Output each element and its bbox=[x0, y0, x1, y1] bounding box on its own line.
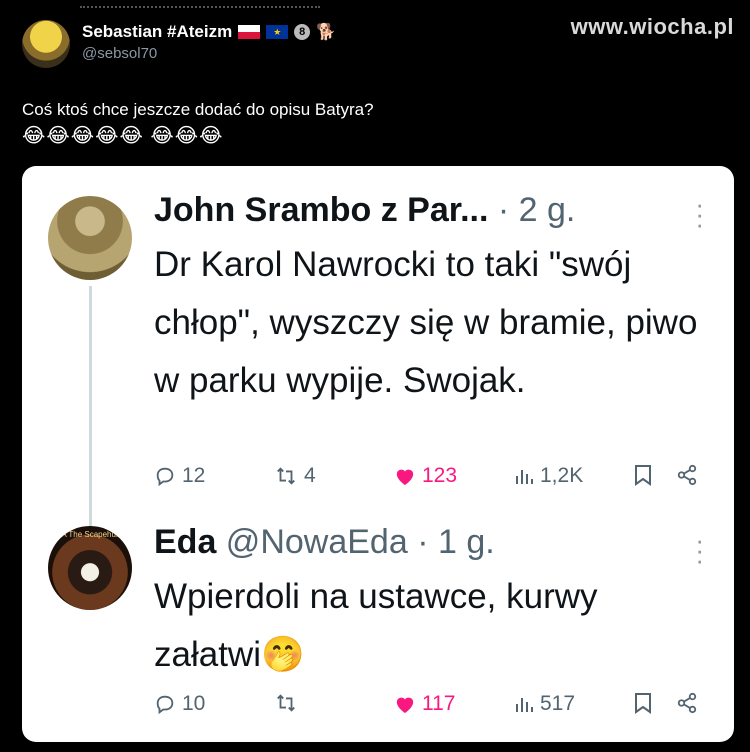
post-text-block: Coś ktoś chce jeszcze dodać do opisu Bat… bbox=[22, 96, 374, 150]
views-count: 517 bbox=[540, 692, 576, 715]
repost-action[interactable]: 4 bbox=[274, 464, 316, 488]
like-count: 123 bbox=[422, 464, 458, 487]
bookmark-action[interactable] bbox=[634, 464, 652, 486]
views-count: 1,2K bbox=[540, 464, 584, 487]
dog-icon: 🐕 bbox=[316, 24, 337, 41]
share-icon bbox=[677, 692, 697, 714]
reply-meta: · 2 g. bbox=[488, 191, 576, 229]
repost-icon bbox=[277, 694, 295, 712]
reply-body: Eda @NowaEda · 1 g. Wpierdoli na ustawce… bbox=[154, 522, 714, 684]
repost-icon bbox=[277, 467, 295, 485]
thread-line bbox=[89, 286, 92, 534]
author-name-row[interactable]: Sebastian #Ateizm ★ 8 🐕 bbox=[82, 22, 336, 42]
reply-actions: 12 4 123 1,2K bbox=[154, 464, 710, 494]
share-icon bbox=[677, 464, 697, 486]
avatar[interactable] bbox=[22, 20, 70, 68]
post-author[interactable]: Sebastian #Ateizm ★ 8 🐕 @sebsol70 bbox=[22, 20, 336, 68]
reply-action[interactable]: 10 bbox=[154, 692, 205, 716]
reply-count: 12 bbox=[182, 464, 206, 487]
views-action[interactable]: 1,2K bbox=[514, 464, 583, 488]
avatar[interactable]: EDA The Scapehunter bbox=[48, 526, 132, 610]
reply-header: John Srambo z Par... · 2 g. bbox=[154, 190, 714, 230]
repost-count: 4 bbox=[304, 464, 316, 487]
views-icon bbox=[516, 698, 533, 712]
post-emojis: 😂😂😂😂😂 😂😂😂 bbox=[22, 125, 224, 147]
like-count: 117 bbox=[422, 692, 456, 715]
author-text: Sebastian #Ateizm ★ 8 🐕 @sebsol70 bbox=[82, 22, 336, 62]
heart-icon bbox=[396, 469, 414, 486]
top-cut-edge bbox=[80, 0, 320, 8]
like-action[interactable]: 117 bbox=[394, 692, 455, 716]
reply-icon bbox=[156, 695, 174, 715]
avatar[interactable] bbox=[48, 196, 132, 280]
repost-action[interactable] bbox=[274, 692, 304, 714]
reply-action[interactable]: 12 bbox=[154, 464, 205, 488]
reply-icon bbox=[156, 467, 174, 487]
reply-text: Dr Karol Nawrocki to taki "swój chłop", … bbox=[154, 245, 698, 400]
reply-author-name[interactable]: John Srambo z Par... bbox=[154, 191, 488, 229]
author-name[interactable]: Sebastian #Ateizm bbox=[82, 22, 232, 42]
eu-flag-icon: ★ bbox=[266, 25, 289, 39]
bookmark-icon bbox=[635, 465, 651, 486]
embedded-screenshot-card: John Srambo z Par... · 2 g. Dr Karol Naw… bbox=[22, 166, 734, 742]
bookmark-icon bbox=[635, 693, 651, 714]
watermark: www.wiocha.pl bbox=[570, 14, 734, 39]
badge-icon: 8 bbox=[294, 24, 311, 40]
share-action[interactable] bbox=[676, 692, 698, 714]
post-text: Coś ktoś chce jeszcze dodać do opisu Bat… bbox=[22, 100, 374, 119]
views-action[interactable]: 517 bbox=[514, 692, 575, 716]
heart-icon bbox=[396, 697, 414, 714]
views-icon bbox=[516, 470, 533, 484]
poland-flag-icon bbox=[238, 25, 261, 39]
reply-actions: 10 117 517 bbox=[154, 692, 710, 722]
share-action[interactable] bbox=[676, 464, 698, 486]
reply-count: 10 bbox=[182, 692, 206, 715]
reply-meta: @NowaEda · 1 g. bbox=[216, 523, 495, 561]
bookmark-action[interactable] bbox=[634, 692, 652, 714]
more-icon[interactable]: · · · bbox=[695, 191, 704, 237]
like-action[interactable]: 123 bbox=[394, 464, 457, 488]
reply-author-name[interactable]: Eda bbox=[154, 523, 216, 561]
author-handle[interactable]: @sebsol70 bbox=[82, 45, 336, 62]
reply-header: Eda @NowaEda · 1 g. bbox=[154, 522, 714, 562]
avatar-label: EDA The Scapehunter bbox=[50, 530, 130, 539]
reply-text: Wpierdoli na ustawce, kurwy załatwi🤭 bbox=[154, 577, 598, 674]
more-icon[interactable]: · · · bbox=[695, 527, 704, 573]
reply-body: John Srambo z Par... · 2 g. Dr Karol Naw… bbox=[154, 190, 714, 410]
